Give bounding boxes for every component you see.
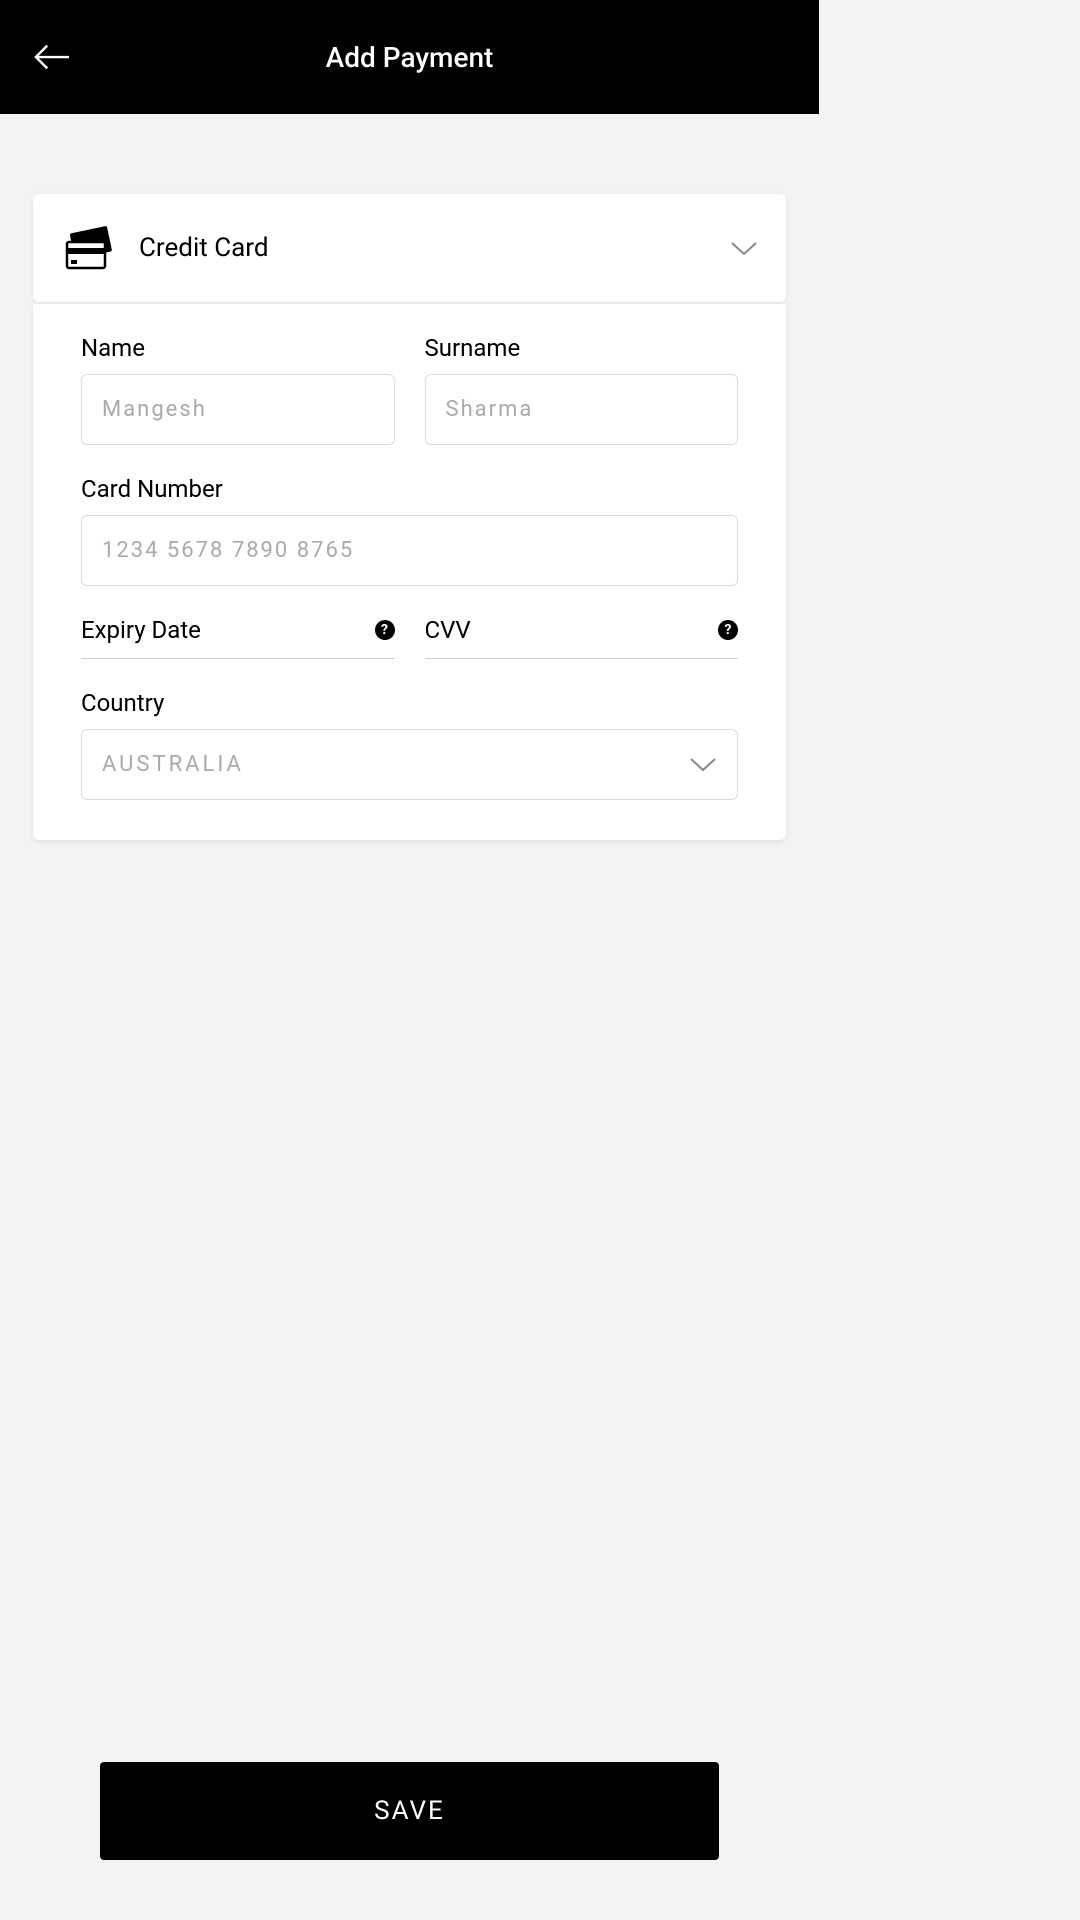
form-card: Name Surname Card Number Expiry Date ?	[33, 304, 786, 840]
cvv-field[interactable]: CVV ?	[425, 616, 739, 659]
country-label: Country	[81, 689, 738, 717]
country-value: AUSTRALIA	[102, 752, 244, 777]
content: Credit Card Name Surname Card Number	[0, 114, 819, 840]
chevron-down-icon	[730, 241, 758, 256]
card-number-field: Card Number	[81, 475, 738, 586]
expiry-help-icon[interactable]: ?	[375, 620, 395, 640]
page-title: Add Payment	[326, 41, 494, 74]
save-button[interactable]: SAVE	[100, 1762, 719, 1860]
cvv-help-icon[interactable]: ?	[718, 620, 738, 640]
expiry-field[interactable]: Expiry Date ?	[81, 616, 395, 659]
cvv-label: CVV	[425, 616, 471, 644]
arrow-left-icon	[33, 42, 71, 72]
expiry-label: Expiry Date	[81, 616, 201, 644]
surname-field: Surname	[425, 334, 739, 445]
payment-method-selector[interactable]: Credit Card	[33, 194, 786, 302]
name-label: Name	[81, 334, 395, 362]
header: Add Payment	[0, 0, 819, 114]
surname-input[interactable]	[425, 374, 739, 445]
chevron-down-icon	[689, 757, 717, 772]
card-number-label: Card Number	[81, 475, 738, 503]
surname-label: Surname	[425, 334, 739, 362]
country-field: Country AUSTRALIA	[81, 689, 738, 800]
back-button[interactable]	[30, 35, 74, 79]
name-field: Name	[81, 334, 395, 445]
country-dropdown[interactable]: AUSTRALIA	[81, 729, 738, 800]
name-input[interactable]	[81, 374, 395, 445]
credit-card-icon	[61, 224, 117, 272]
payment-method-label: Credit Card	[139, 233, 730, 263]
card-number-input[interactable]	[81, 515, 738, 586]
